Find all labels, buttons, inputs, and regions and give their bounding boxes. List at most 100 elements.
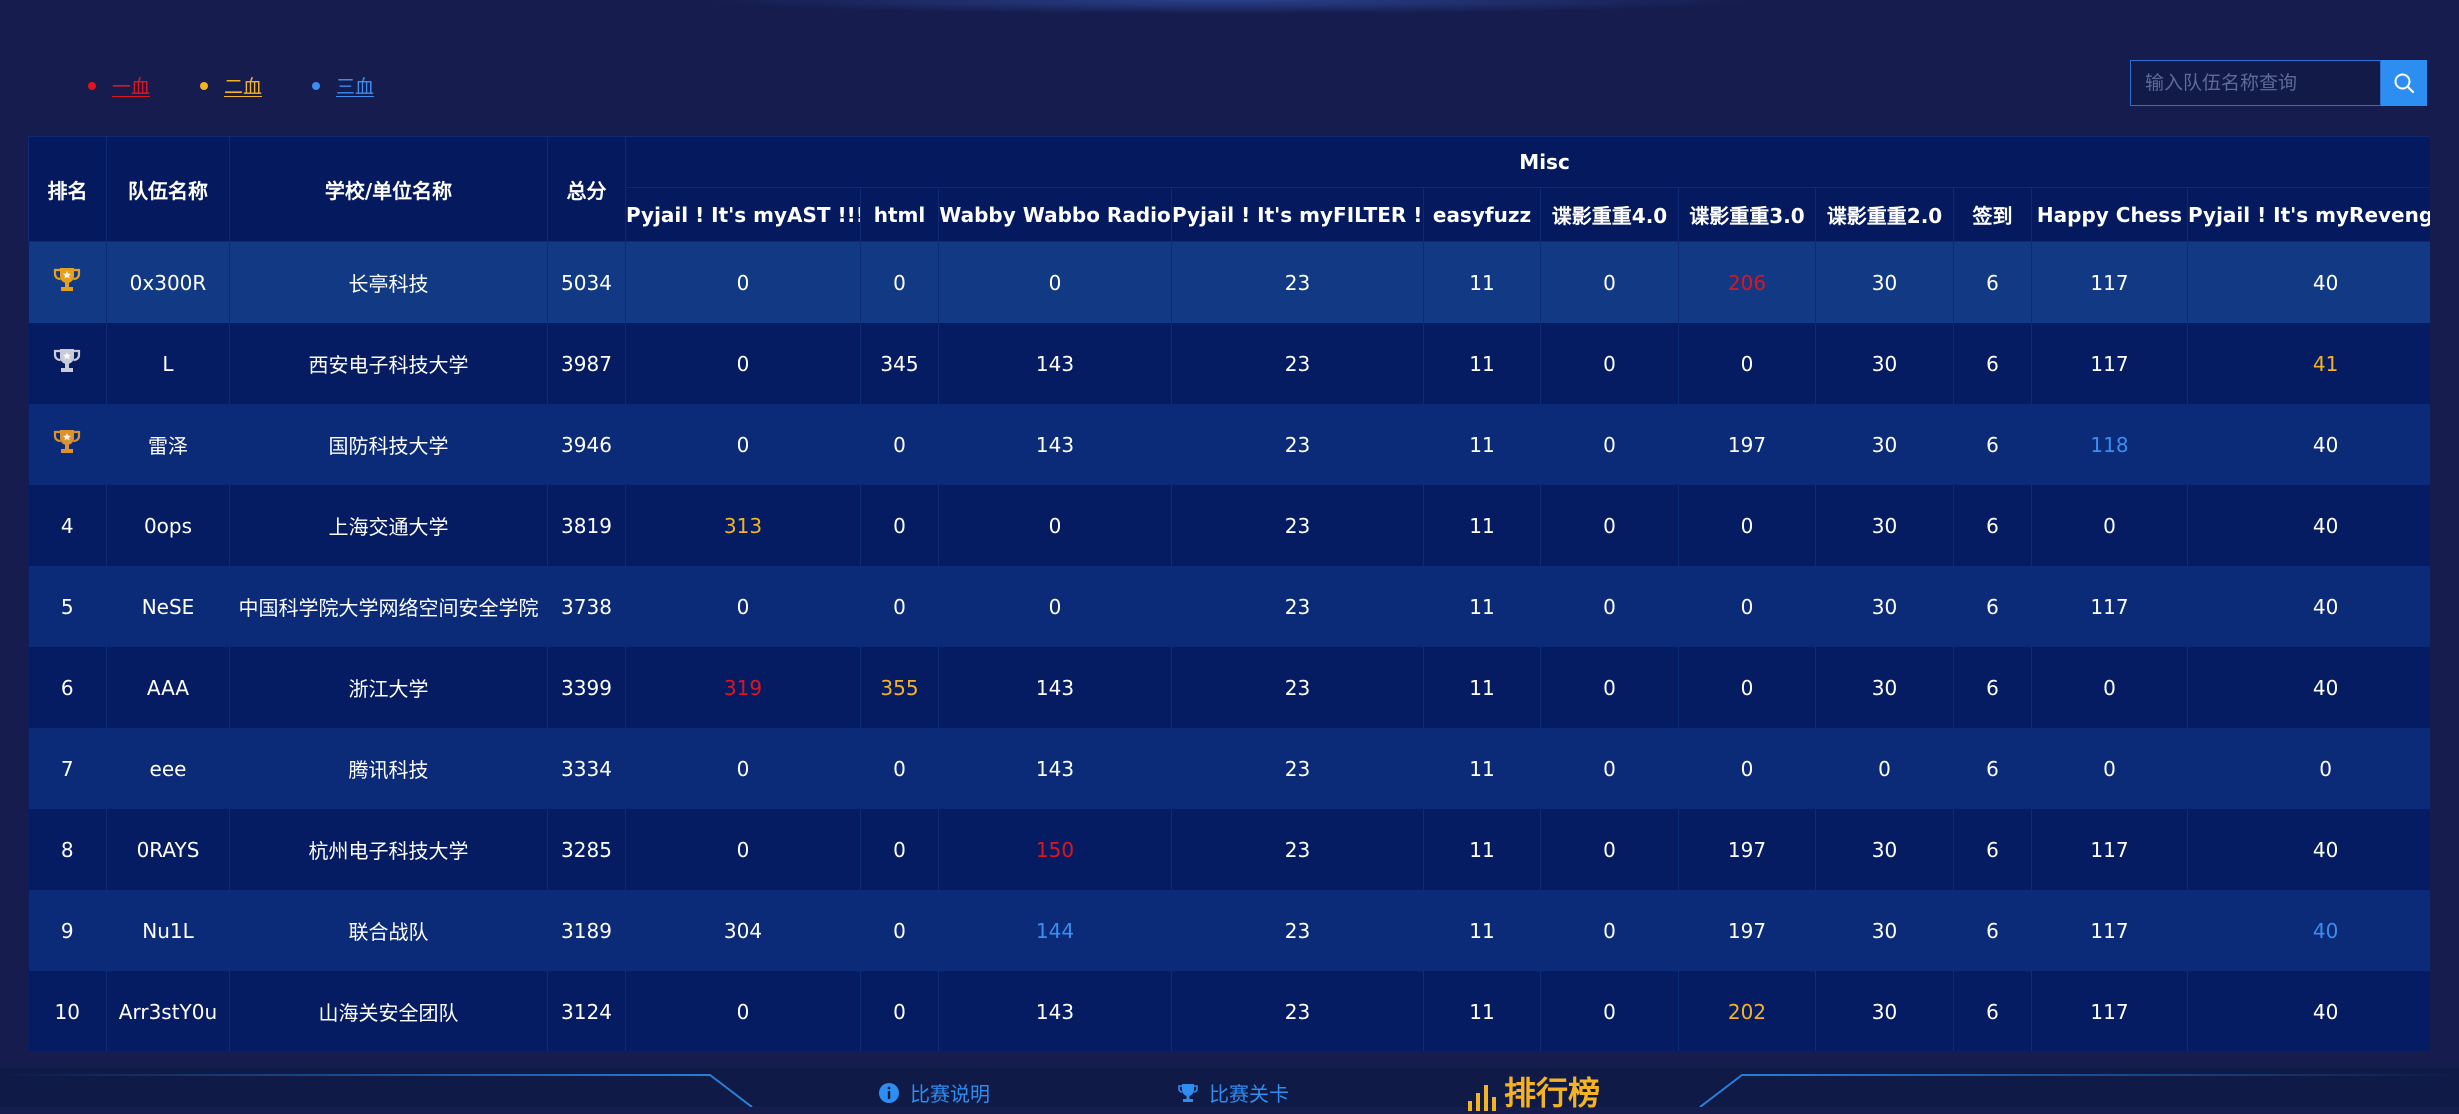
challenge-score-cell: 0 bbox=[860, 566, 939, 647]
challenge-score-cell: 0 bbox=[1540, 566, 1679, 647]
legend-first-blood[interactable]: 一血 bbox=[88, 72, 150, 99]
challenge-score-cell: 23 bbox=[1171, 404, 1424, 485]
col-header-challenge: easyfuzz bbox=[1423, 187, 1541, 242]
challenge-score-cell: 0 bbox=[860, 404, 939, 485]
bronze-trophy-icon bbox=[51, 428, 83, 461]
challenge-score-cell: 6 bbox=[1953, 971, 2032, 1051]
scoreboard: 排名 队伍名称 学校/单位名称 总分 Misc Pyjail ! It's my… bbox=[28, 136, 2430, 1051]
challenge-score-cell: 30 bbox=[1815, 404, 1954, 485]
nav-rules-label: 比赛说明 bbox=[910, 1082, 990, 1106]
challenge-score-cell: 304 bbox=[625, 890, 861, 971]
challenge-score-cell: 0 bbox=[1815, 728, 1954, 809]
challenge-score-cell: 150 bbox=[938, 809, 1172, 890]
table-row[interactable]: 5 NeSE 中国科学院大学网络空间安全学院 3738 0 0 0 23 11 0 0 30 6 117 4… bbox=[28, 566, 2430, 647]
challenge-score-cell: 6 bbox=[1953, 566, 2032, 647]
trophy-icon bbox=[1177, 1082, 1199, 1104]
challenge-score-cell: 0 bbox=[1678, 728, 1816, 809]
total-score-cell: 3124 bbox=[547, 971, 626, 1051]
challenge-score-cell: 0 bbox=[2031, 728, 2188, 809]
school-cell: 中国科学院大学网络空间安全学院 bbox=[229, 566, 548, 647]
challenge-score-cell: 11 bbox=[1423, 890, 1541, 971]
challenge-score-cell: 6 bbox=[1953, 241, 2032, 323]
school-cell: 西安电子科技大学 bbox=[229, 323, 548, 404]
challenge-score-cell: 6 bbox=[1953, 404, 2032, 485]
team-name-cell: eee bbox=[106, 728, 230, 809]
silver-trophy-icon bbox=[51, 347, 83, 380]
table-row[interactable]: 10 Arr3stY0u 山海关安全团队 3124 0 0 143 23 11 0 202 30 6 11… bbox=[28, 971, 2430, 1051]
challenge-score-cell: 11 bbox=[1423, 323, 1541, 404]
challenge-score-cell: 143 bbox=[938, 404, 1172, 485]
challenge-score-cell: 117 bbox=[2031, 809, 2188, 890]
challenge-score-cell: 0 bbox=[625, 241, 861, 323]
red-dot-icon bbox=[88, 81, 96, 90]
challenge-score-cell: 23 bbox=[1171, 809, 1424, 890]
challenge-score-cell: 0 bbox=[625, 728, 861, 809]
rank-cell: 6 bbox=[28, 647, 107, 728]
challenge-score-cell: 6 bbox=[1953, 890, 2032, 971]
challenge-score-cell: 0 bbox=[1540, 323, 1679, 404]
challenge-score-cell: 30 bbox=[1815, 241, 1954, 323]
challenge-score-cell: 0 bbox=[860, 485, 939, 566]
nav-levels[interactable]: 比赛关卡 bbox=[1177, 1078, 1289, 1107]
col-header-rank: 排名 bbox=[28, 136, 107, 242]
search-icon bbox=[2393, 72, 2415, 94]
challenge-score-cell: 0 bbox=[938, 241, 1172, 323]
nav-levels-label: 比赛关卡 bbox=[1209, 1082, 1289, 1106]
challenge-score-cell: 23 bbox=[1171, 728, 1424, 809]
gold-trophy-icon bbox=[51, 266, 83, 299]
search-input[interactable] bbox=[2130, 60, 2381, 106]
challenge-score-cell: 0 bbox=[860, 890, 939, 971]
nav-rules[interactable]: 比赛说明 bbox=[878, 1078, 990, 1107]
challenge-score-cell: 0 bbox=[1540, 404, 1679, 485]
table-row[interactable]: 8 0RAYS 杭州电子科技大学 3285 0 0 150 23 11 0 197 30 6 117 40 bbox=[28, 809, 2430, 890]
table-row[interactable]: 4 0ops 上海交通大学 3819 313 0 0 23 11 0 0 30 6 0 40 bbox=[28, 485, 2430, 566]
school-cell: 杭州电子科技大学 bbox=[229, 809, 548, 890]
table-row[interactable]: 雷泽 国防科技大学 3946 0 0 143 23 11 0 197 30 6 118 40 bbox=[28, 404, 2430, 485]
challenge-score-cell: 117 bbox=[2031, 971, 2188, 1051]
challenge-score-cell: 30 bbox=[1815, 647, 1954, 728]
challenge-score-cell: 23 bbox=[1171, 566, 1424, 647]
legend-third-blood[interactable]: 三血 bbox=[312, 72, 374, 99]
challenge-score-cell: 40 bbox=[2187, 485, 2430, 566]
legend-label: 三血 bbox=[336, 76, 375, 98]
challenge-score-cell: 11 bbox=[1423, 647, 1541, 728]
legend-second-blood[interactable]: 二血 bbox=[200, 72, 262, 99]
col-header-challenge: Pyjail ! It's myRevenge !!! bbox=[2186, 187, 2430, 242]
table-row[interactable]: 0x300R 长亭科技 5034 0 0 0 23 11 0 206 30 6 117 40 bbox=[28, 241, 2430, 323]
rank-cell bbox=[28, 241, 107, 323]
challenge-score-cell: 0 bbox=[860, 971, 939, 1051]
nav-title-label: 排行榜 bbox=[1504, 1074, 1601, 1112]
challenge-score-cell: 0 bbox=[938, 485, 1172, 566]
challenge-score-cell: 0 bbox=[1540, 890, 1679, 971]
challenge-score-cell: 117 bbox=[2031, 241, 2188, 323]
col-header-challenge: html bbox=[860, 187, 939, 242]
col-header-challenge: 谍影重重2.0 bbox=[1815, 187, 1954, 242]
challenge-score-cell: 0 bbox=[625, 404, 861, 485]
search-button[interactable] bbox=[2381, 60, 2427, 106]
nav-leaderboard[interactable]: 排行榜 bbox=[1466, 1068, 1600, 1114]
team-name-cell: 雷泽 bbox=[106, 404, 230, 485]
challenge-score-cell: 0 bbox=[625, 323, 861, 404]
challenge-score-cell: 0 bbox=[1540, 809, 1679, 890]
challenge-score-cell: 30 bbox=[1815, 485, 1954, 566]
table-row[interactable]: 7 eee 腾讯科技 3334 0 0 143 23 11 0 0 0 6 0 0 bbox=[28, 728, 2430, 809]
table-row[interactable]: 6 AAA 浙江大学 3399 319 355 143 23 11 0 0 30 6 0 40 bbox=[28, 647, 2430, 728]
table-row[interactable]: 9 Nu1L 联合战队 3189 304 0 144 23 11 0 197 30 6 117 40 bbox=[28, 890, 2430, 971]
challenge-score-cell: 23 bbox=[1171, 890, 1424, 971]
challenge-score-cell: 313 bbox=[625, 485, 861, 566]
table-row[interactable]: L 西安电子科技大学 3987 0 345 143 23 11 0 0 30 6 117 41 bbox=[28, 323, 2430, 404]
challenge-score-cell: 0 bbox=[1540, 971, 1679, 1051]
challenge-score-cell: 143 bbox=[938, 728, 1172, 809]
challenge-score-cell: 11 bbox=[1423, 971, 1541, 1051]
col-header-challenge: 谍影重重4.0 bbox=[1540, 187, 1679, 242]
challenge-score-cell: 6 bbox=[1953, 728, 2032, 809]
challenge-score-cell: 0 bbox=[860, 728, 939, 809]
challenge-score-cell: 0 bbox=[1678, 485, 1816, 566]
info-icon bbox=[878, 1082, 900, 1104]
challenge-score-cell: 197 bbox=[1678, 809, 1816, 890]
challenge-score-cell: 6 bbox=[1953, 809, 2032, 890]
total-score-cell: 3946 bbox=[547, 404, 626, 485]
rank-cell: 8 bbox=[28, 809, 107, 890]
team-name-cell: 0ops bbox=[106, 485, 230, 566]
challenge-score-cell: 0 bbox=[625, 809, 861, 890]
